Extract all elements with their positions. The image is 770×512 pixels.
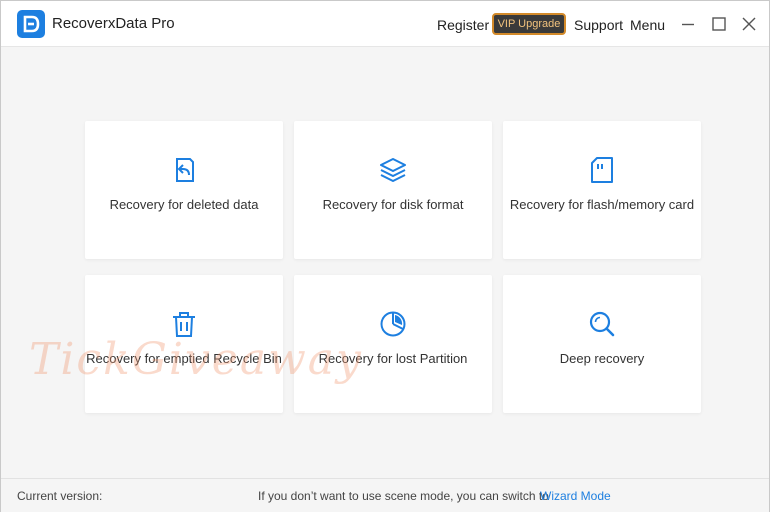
card-deep-recovery[interactable]: Deep recovery — [503, 275, 701, 413]
scene-mode-hint: If you don’t want to use scene mode, you… — [258, 489, 549, 503]
wizard-mode-link[interactable]: Wizard Mode — [540, 489, 611, 503]
app-logo-icon — [17, 10, 45, 38]
vip-upgrade-button[interactable]: VIP Upgrade — [492, 13, 566, 35]
app-window: RecoverxData Pro Register VIP Upgrade Su… — [0, 0, 770, 512]
maximize-icon[interactable] — [710, 15, 728, 33]
status-bar: Current version: If you don’t want to us… — [1, 478, 769, 512]
layers-icon — [378, 155, 408, 185]
search-icon — [587, 309, 617, 339]
watermark: TickGiveaway — [29, 334, 363, 385]
card-label: Recovery for disk format — [322, 197, 464, 212]
card-recovery-flash-card[interactable]: Recovery for flash/memory card — [503, 121, 701, 259]
restore-file-icon — [169, 155, 199, 185]
register-link[interactable]: Register — [437, 17, 489, 33]
card-recovery-deleted-data[interactable]: Recovery for deleted data — [85, 121, 283, 259]
memory-card-icon — [587, 155, 617, 185]
title-bar: RecoverxData Pro Register VIP Upgrade Su… — [1, 1, 769, 47]
card-label: Recovery for flash/memory card — [509, 197, 695, 212]
card-label: Deep recovery — [559, 351, 645, 366]
menu-link[interactable]: Menu — [630, 17, 665, 33]
close-icon[interactable] — [740, 15, 758, 33]
support-link[interactable]: Support — [574, 17, 623, 33]
card-recovery-disk-format[interactable]: Recovery for disk format — [294, 121, 492, 259]
card-label: Recovery for deleted data — [109, 197, 259, 212]
app-title: RecoverxData Pro — [52, 15, 175, 32]
current-version-label: Current version: — [17, 489, 103, 503]
minimize-icon[interactable] — [679, 15, 697, 33]
pie-chart-icon — [378, 309, 408, 339]
